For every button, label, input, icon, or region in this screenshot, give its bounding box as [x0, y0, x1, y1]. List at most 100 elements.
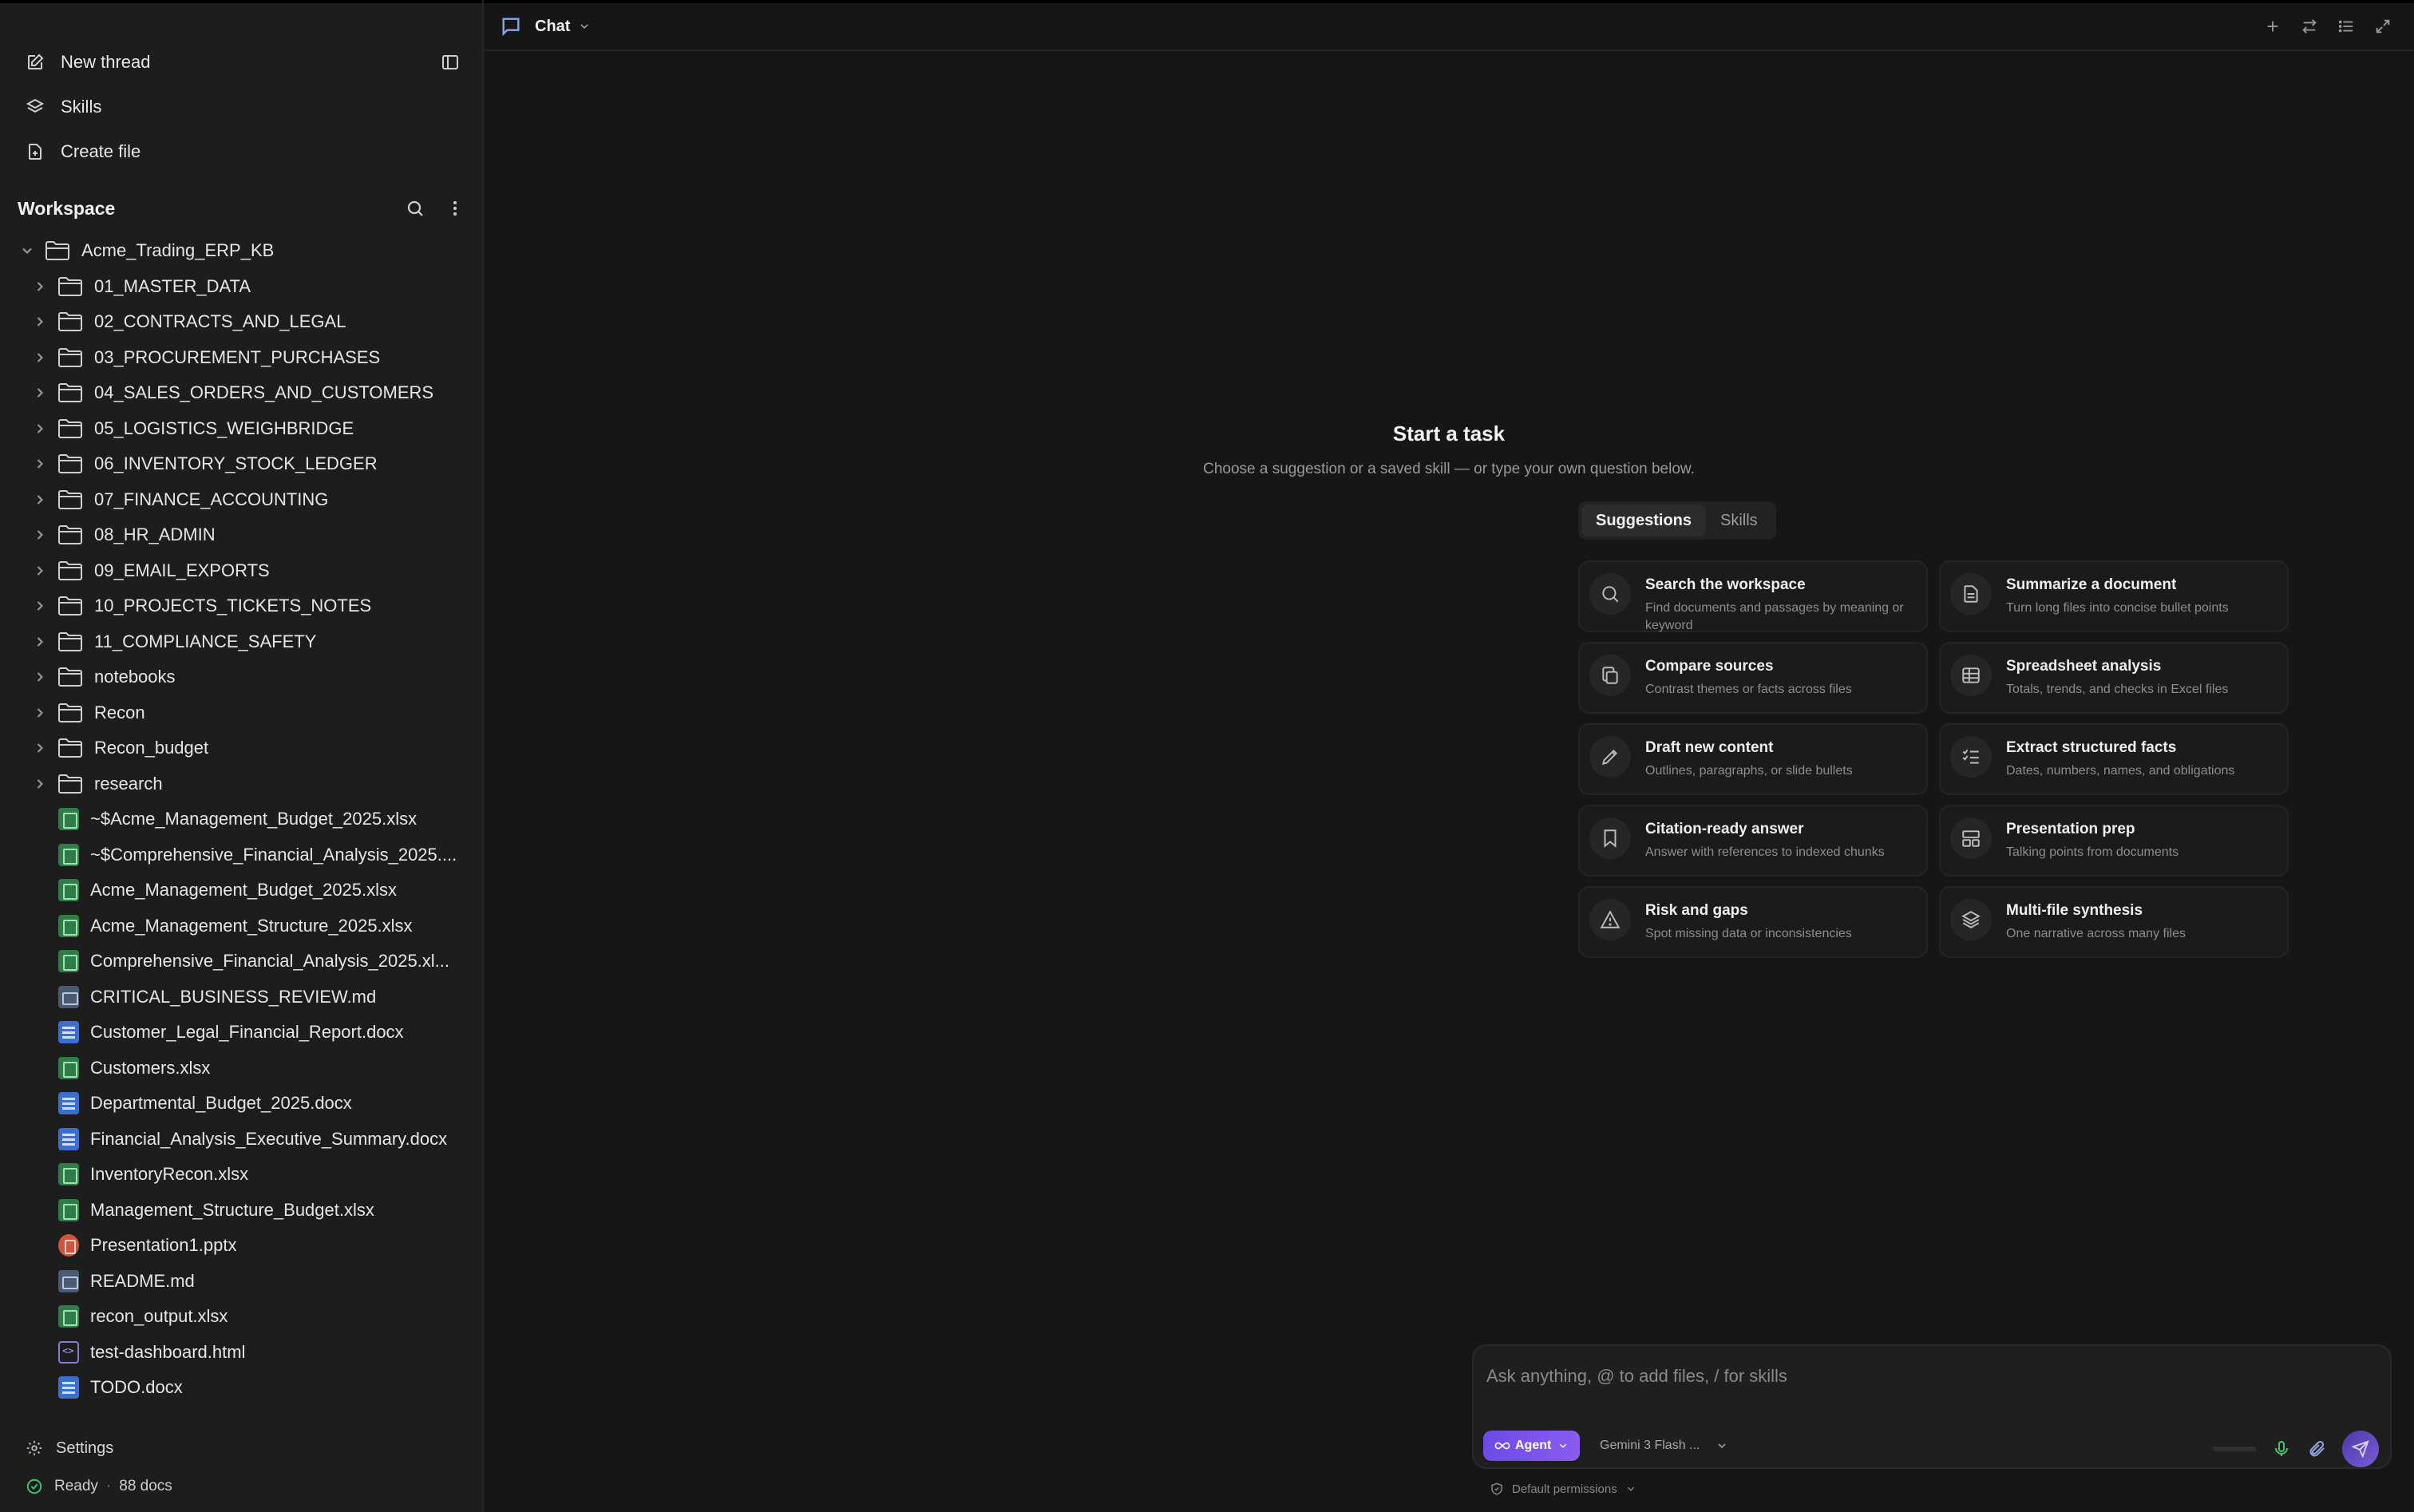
plus-icon[interactable]	[2264, 18, 2281, 35]
chevron-right-icon[interactable]	[32, 456, 48, 472]
folder-name: Recon	[94, 702, 145, 722]
status-bar: Ready · 88 docs	[0, 1467, 482, 1506]
tree-file[interactable]: ~$Acme_Management_Budget_2025.xlsx	[0, 802, 482, 837]
tree-folder[interactable]: research	[0, 766, 482, 802]
new-thread-button[interactable]: New thread	[0, 40, 482, 85]
permissions-selector[interactable]: Default permissions	[1490, 1482, 1636, 1496]
microphone-icon[interactable]	[2272, 1439, 2291, 1459]
tree-file[interactable]: recon_output.xlsx	[0, 1299, 482, 1335]
bookmark-icon	[1604, 829, 1617, 848]
tree-root-folder[interactable]: Acme_Trading_ERP_KB	[0, 233, 482, 269]
tree-folder[interactable]: 04_SALES_ORDERS_AND_CUSTOMERS	[0, 375, 482, 411]
swap-icon[interactable]	[2301, 18, 2318, 35]
tree-file[interactable]: Comprehensive_Financial_Analysis_2025.xl…	[0, 944, 482, 980]
chevron-right-icon[interactable]	[32, 669, 48, 685]
suggestion-card[interactable]: Presentation prep Talking points from doc…	[1939, 805, 2289, 877]
tree-file[interactable]: Acme_Management_Budget_2025.xlsx	[0, 873, 482, 908]
search-icon	[1602, 586, 1619, 603]
chevron-down-icon[interactable]	[578, 20, 591, 33]
suggestion-card[interactable]: Summarize a document Turn long files into…	[1939, 560, 2289, 632]
suggestion-card[interactable]: Citation-ready answer Answer with referen…	[1578, 805, 1928, 877]
chevron-right-icon[interactable]	[32, 705, 48, 721]
chat-topbar: Chat	[484, 0, 2414, 51]
tree-folder[interactable]: 05_LOGISTICS_WEIGHBRIDGE	[0, 411, 482, 447]
chevron-right-icon[interactable]	[32, 598, 48, 614]
skills-button[interactable]: Skills	[0, 85, 482, 129]
chevron-right-icon[interactable]	[32, 527, 48, 543]
chevron-right-icon[interactable]	[32, 563, 48, 579]
agent-mode-button[interactable]: Agent	[1483, 1431, 1581, 1461]
folder-icon	[58, 774, 82, 794]
create-file-button[interactable]: Create file	[0, 129, 482, 174]
tree-folder[interactable]: 09_EMAIL_EXPORTS	[0, 553, 482, 589]
tree-file[interactable]: Departmental_Budget_2025.docx	[0, 1086, 482, 1122]
root-folder-name: Acme_Trading_ERP_KB	[81, 240, 275, 261]
chevron-right-icon[interactable]	[32, 314, 48, 330]
sidebar-toggle-icon[interactable]	[441, 53, 460, 72]
card-title: Draft new content	[1645, 739, 1774, 756]
expand-icon[interactable]	[2374, 18, 2392, 35]
tree-folder[interactable]: 06_INVENTORY_STOCK_LEDGER	[0, 446, 482, 482]
chevron-right-icon[interactable]	[32, 492, 48, 508]
tree-folder[interactable]: Recon_budget	[0, 730, 482, 766]
suggestion-card[interactable]: Risk and gaps Spot missing data or incons…	[1578, 886, 1928, 958]
settings-button[interactable]: Settings	[0, 1429, 482, 1467]
tree-folder[interactable]: 07_FINANCE_ACCOUNTING	[0, 482, 482, 518]
folder-icon	[58, 312, 82, 332]
tree-file[interactable]: CRITICAL_BUSINESS_REVIEW.md	[0, 980, 482, 1015]
tree-folder[interactable]: Recon	[0, 695, 482, 731]
tree-file[interactable]: ~$Comprehensive_Financial_Analysis_2025.…	[0, 837, 482, 873]
chevron-right-icon[interactable]	[32, 740, 48, 756]
tree-file[interactable]: InventoryRecon.xlsx	[0, 1157, 482, 1193]
suggestion-cards: Search the workspace Find documents and p…	[1578, 560, 2289, 958]
chat-input[interactable]	[1486, 1360, 2365, 1392]
tree-file[interactable]: Presentation1.pptx	[0, 1228, 482, 1264]
file-name: ~$Comprehensive_Financial_Analysis_2025.…	[90, 844, 457, 865]
chevron-down-icon[interactable]	[19, 243, 35, 259]
tree-folder[interactable]: 03_PROCUREMENT_PURCHASES	[0, 340, 482, 376]
chevron-right-icon[interactable]	[32, 279, 48, 295]
tree-file[interactable]: Customer_Legal_Financial_Report.docx	[0, 1015, 482, 1051]
card-title: Spreadsheet analysis	[2006, 658, 2162, 675]
chevron-right-icon[interactable]	[32, 385, 48, 401]
tree-file[interactable]: README.md	[0, 1264, 482, 1300]
tree-folder[interactable]: 10_PROJECTS_TICKETS_NOTES	[0, 588, 482, 624]
chevron-right-icon[interactable]	[32, 634, 48, 650]
tab-suggestions[interactable]: Suggestions	[1581, 505, 1707, 536]
tree-file[interactable]: Acme_Management_Structure_2025.xlsx	[0, 908, 482, 944]
tree-folder[interactable]: 08_HR_ADMIN	[0, 517, 482, 553]
check-circle-icon	[26, 1478, 42, 1494]
search-icon[interactable]	[406, 199, 425, 218]
folder-icon	[58, 525, 82, 545]
model-label: Gemini 3 Flash ...	[1600, 1439, 1700, 1452]
tree-file[interactable]: Management_Structure_Budget.xlsx	[0, 1193, 482, 1229]
tree-folder[interactable]: 01_MASTER_DATA	[0, 269, 482, 305]
paperclip-icon[interactable]	[2307, 1439, 2326, 1459]
model-selector[interactable]: Gemini 3 Flash ...	[1600, 1431, 1728, 1461]
tree-file[interactable]: Customers.xlsx	[0, 1051, 482, 1087]
suggestion-card[interactable]: Compare sources Contrast themes or facts …	[1578, 642, 1928, 714]
chevron-right-icon[interactable]	[32, 421, 48, 437]
list-icon[interactable]	[2337, 18, 2355, 35]
suggestion-card[interactable]: Search the workspace Find documents and p…	[1578, 560, 1928, 632]
tree-file[interactable]: Financial_Analysis_Executive_Summary.doc…	[0, 1122, 482, 1158]
context-meter	[2213, 1447, 2256, 1451]
tree-file[interactable]: TODO.docx	[0, 1370, 482, 1406]
status-separator: ·	[105, 1478, 112, 1494]
tree-folder[interactable]: notebooks	[0, 659, 482, 695]
send-button[interactable]	[2342, 1431, 2379, 1467]
suggestion-card[interactable]: Spreadsheet analysis Totals, trends, and …	[1939, 642, 2289, 714]
tab-skills[interactable]: Skills	[1706, 505, 1772, 536]
tree-folder[interactable]: 11_COMPLIANCE_SAFETY	[0, 624, 482, 660]
tree-file[interactable]: test-dashboard.html	[0, 1335, 482, 1371]
chevron-right-icon[interactable]	[32, 776, 48, 792]
tree-folder[interactable]: 02_CONTRACTS_AND_LEGAL	[0, 304, 482, 340]
chevron-right-icon[interactable]	[32, 350, 48, 366]
chat-title[interactable]: Chat	[535, 18, 570, 36]
folder-icon	[58, 560, 82, 580]
suggestion-card[interactable]: Draft new content Outlines, paragraphs, o…	[1578, 723, 1928, 795]
suggestion-card[interactable]: Multi-file synthesis One narrative across…	[1939, 886, 2289, 958]
folder-name: 05_LOGISTICS_WEIGHBRIDGE	[94, 418, 354, 438]
suggestion-card[interactable]: Extract structured facts Dates, numbers, …	[1939, 723, 2289, 795]
more-vertical-icon[interactable]	[445, 199, 465, 218]
